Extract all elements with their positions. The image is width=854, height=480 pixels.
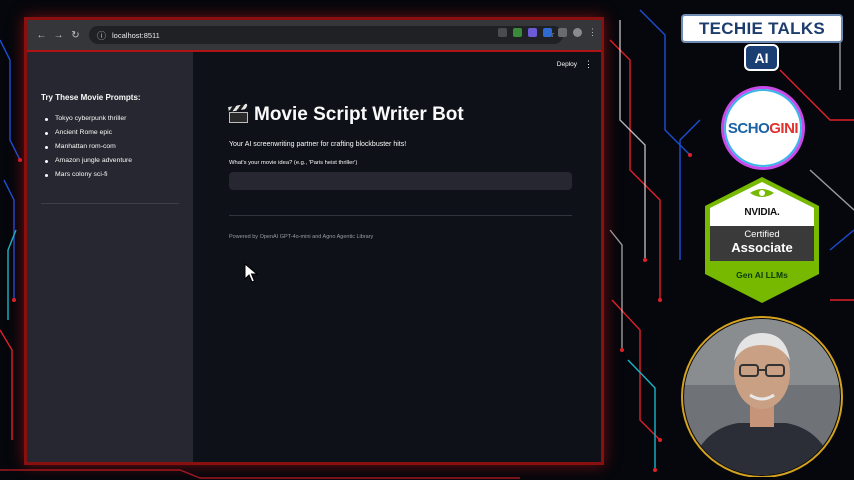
puzzle-icon[interactable] (558, 28, 567, 37)
schogini-logo: SCHOGINI (721, 86, 805, 170)
deploy-button[interactable]: Deploy (557, 61, 577, 68)
badge-level: Associate (731, 240, 793, 255)
reload-icon[interactable]: ↻ (67, 30, 84, 41)
site-info-icon[interactable]: ⓘ (97, 29, 106, 42)
divider (229, 215, 572, 216)
more-vert-icon[interactable]: ⋮ (588, 28, 597, 37)
nvidia-wordmark: NVIDIA. (744, 207, 780, 218)
prompt-item: Amazon jungle adventure (43, 154, 132, 168)
presenter-webcam (681, 316, 843, 477)
movie-prompts-list: Tokyo cyberpunk thriller Ancient Rome ep… (43, 112, 132, 182)
mouse-cursor-icon (244, 263, 258, 283)
prompt-item: Tokyo cyberpunk thriller (43, 112, 132, 126)
sidebar-title: Try These Movie Prompts: (41, 93, 141, 102)
main-content: Deploy ⋮ Movie Script Writer Bot Your AI… (193, 52, 601, 462)
url-text: localhost:8511 (112, 30, 160, 40)
sidebar: Try These Movie Prompts: Tokyo cyberpunk… (27, 52, 193, 462)
channel-logo: TECHIE TALKS (681, 14, 843, 43)
badge-track: Gen AI LLMs (736, 270, 788, 280)
channel-name: TECHIE TALKS (698, 18, 826, 38)
schogini-text: SCHOGINI (727, 119, 799, 137)
prompt-item: Mars colony sci-fi (43, 168, 132, 182)
profile-avatar[interactable] (573, 28, 582, 37)
page-title-text: Movie Script Writer Bot (254, 104, 464, 125)
page-title: Movie Script Writer Bot (228, 103, 464, 126)
sidebar-divider (41, 203, 179, 204)
prompt-item: Ancient Rome epic (43, 126, 132, 140)
back-icon[interactable]: ← (33, 30, 50, 41)
browser-window: ← → ↻ ⓘ localhost:8511 ☆ ⋮ Try These Mov… (24, 17, 604, 465)
address-bar[interactable]: ⓘ localhost:8511 ☆ (89, 26, 563, 44)
extensions-row: ⋮ (498, 28, 597, 37)
extension-icon[interactable] (498, 28, 507, 37)
powered-by-footer: Powered by OpenAI GPT-4o-mini and Agno A… (229, 234, 374, 240)
badge-certified: Certified (744, 229, 780, 240)
page-subtitle: Your AI screenwriting partner for crafti… (229, 141, 407, 148)
ai-badge: AI (744, 44, 779, 71)
forward-icon[interactable]: → (50, 30, 67, 41)
clapperboard-icon (228, 103, 248, 123)
extension-icon[interactable] (513, 28, 522, 37)
extension-icon[interactable] (528, 28, 537, 37)
movie-idea-input[interactable] (229, 172, 572, 190)
prompt-item: Manhattan rom-com (43, 140, 132, 154)
browser-toolbar: ← → ↻ ⓘ localhost:8511 ☆ ⋮ (27, 20, 601, 50)
extension-icon[interactable] (543, 28, 552, 37)
nvidia-certification-badge: NVIDIA. Certified Associate Gen AI LLMs (704, 176, 820, 304)
movie-idea-label: What's your movie idea? (e.g., 'Paris he… (229, 160, 358, 166)
app-menu-icon[interactable]: ⋮ (584, 59, 593, 70)
ai-badge-text: AI (754, 49, 769, 66)
